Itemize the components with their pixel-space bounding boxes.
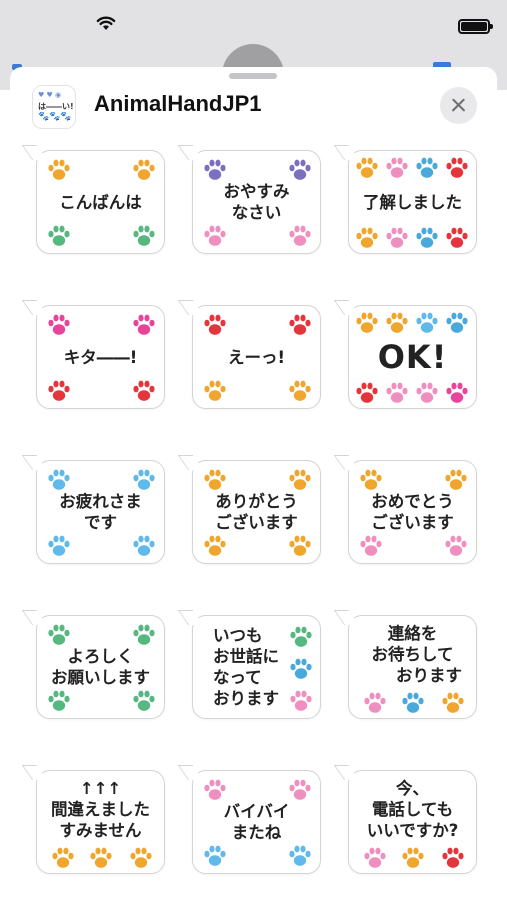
battery-icon bbox=[458, 19, 493, 34]
paw-print-icon bbox=[289, 658, 313, 680]
paw-print-icon bbox=[359, 535, 383, 557]
paw-print-icon bbox=[445, 382, 469, 404]
paw-print-icon bbox=[89, 847, 113, 869]
paw-print-icon bbox=[445, 312, 469, 334]
paw-print-icon bbox=[444, 469, 468, 491]
paw-print-icon bbox=[203, 535, 227, 557]
paw-print-icon bbox=[355, 382, 379, 404]
paw-print-icon bbox=[132, 159, 156, 181]
paw-print-icon bbox=[385, 312, 409, 334]
sticker-item[interactable]: ↑↑↑ 間違えました すみません bbox=[36, 770, 165, 874]
paw-print-icon bbox=[415, 382, 439, 404]
app-icon-hearts: ♥ ♥ ◉ bbox=[38, 91, 62, 99]
app-icon: ♥ ♥ ◉ は――い! 🐾🐾🐾 bbox=[32, 85, 76, 129]
paw-print-icon bbox=[288, 225, 312, 247]
sticker-item[interactable]: 今、 電話しても いいですか? bbox=[348, 770, 477, 874]
status-bar bbox=[0, 0, 507, 44]
paw-print-icon bbox=[289, 690, 313, 712]
sticker-text: ↑↑↑ 間違えました すみません bbox=[51, 778, 150, 840]
sticker-item[interactable]: おめでとう ございます bbox=[348, 460, 477, 564]
paw-print-icon bbox=[47, 159, 71, 181]
paw-print-icon bbox=[355, 312, 379, 334]
paw-print-icon bbox=[47, 225, 71, 247]
paw-print-icon bbox=[359, 469, 383, 491]
paw-print-icon bbox=[288, 314, 312, 336]
sticker-item[interactable]: よろしく お願いします bbox=[36, 615, 165, 719]
paw-print-icon bbox=[203, 469, 227, 491]
sticker-item[interactable]: OK! bbox=[348, 305, 477, 409]
paw-print-icon bbox=[132, 314, 156, 336]
sticker-text: 連絡を お待ちして おります bbox=[371, 623, 462, 685]
paw-print-icon bbox=[441, 847, 465, 869]
paw-print-icon bbox=[203, 845, 227, 867]
paw-print-icon bbox=[47, 690, 71, 712]
paw-print-icon bbox=[129, 847, 153, 869]
sticker-item[interactable]: お疲れさま です bbox=[36, 460, 165, 564]
paw-print-icon bbox=[363, 847, 387, 869]
paw-print-icon bbox=[415, 312, 439, 334]
sticker-item[interactable]: 了解しました bbox=[348, 150, 477, 254]
paw-print-icon bbox=[203, 159, 227, 181]
paw-print-icon bbox=[441, 692, 465, 714]
paw-print-icon bbox=[289, 626, 313, 648]
sticker-text: 今、 電話しても いいですか? bbox=[366, 778, 459, 840]
sticker-item[interactable]: こんばんは bbox=[36, 150, 165, 254]
sticker-item[interactable]: えーっ! bbox=[192, 305, 321, 409]
wifi-icon bbox=[96, 16, 116, 35]
paw-print-icon bbox=[415, 157, 439, 179]
paw-print-icon bbox=[203, 380, 227, 402]
paw-print-icon bbox=[132, 225, 156, 247]
paw-print-icon bbox=[132, 380, 156, 402]
paw-print-icon bbox=[385, 157, 409, 179]
paw-print-icon bbox=[288, 159, 312, 181]
paw-print-icon bbox=[47, 380, 71, 402]
paw-print-icon bbox=[363, 692, 387, 714]
paw-print-icon bbox=[132, 535, 156, 557]
sticker-item[interactable]: いつも お世話に なって おります bbox=[192, 615, 321, 719]
paw-print-icon bbox=[288, 845, 312, 867]
sticker-item[interactable]: ありがとう ございます bbox=[192, 460, 321, 564]
paw-print-icon bbox=[288, 469, 312, 491]
paw-print-icon bbox=[47, 314, 71, 336]
paw-print-icon bbox=[203, 314, 227, 336]
paw-print-icon bbox=[385, 227, 409, 249]
sticker-sheet: ♥ ♥ ◉ は――い! 🐾🐾🐾 AnimalHandJP1 こんばんは おやすみ … bbox=[10, 67, 497, 907]
sheet-grabber[interactable] bbox=[229, 73, 277, 79]
paw-print-icon bbox=[401, 692, 425, 714]
close-button[interactable] bbox=[440, 87, 477, 124]
paw-print-icon bbox=[444, 535, 468, 557]
paw-print-icon bbox=[288, 535, 312, 557]
app-icon-text: は――い! bbox=[38, 102, 74, 111]
paw-print-icon bbox=[445, 227, 469, 249]
sticker-item[interactable]: 連絡を お待ちして おります bbox=[348, 615, 477, 719]
paw-print-icon bbox=[355, 157, 379, 179]
paw-print-icon bbox=[355, 227, 379, 249]
paw-print-icon bbox=[445, 157, 469, 179]
sticker-item[interactable]: キタ――! bbox=[36, 305, 165, 409]
paw-print-icon bbox=[47, 535, 71, 557]
paw-print-icon bbox=[288, 380, 312, 402]
paw-print-icon bbox=[132, 624, 156, 646]
paw-print-icon bbox=[47, 624, 71, 646]
sticker-item[interactable]: おやすみ なさい bbox=[192, 150, 321, 254]
paw-print-icon bbox=[288, 779, 312, 801]
paw-print-icon bbox=[203, 779, 227, 801]
paw-print-icon bbox=[132, 690, 156, 712]
app-icon-paws: 🐾🐾🐾 bbox=[38, 112, 72, 122]
sticker-item[interactable]: バイバイ またね bbox=[192, 770, 321, 874]
paw-print-icon bbox=[47, 469, 71, 491]
paw-print-icon bbox=[132, 469, 156, 491]
paw-print-icon bbox=[415, 227, 439, 249]
paw-print-icon bbox=[385, 382, 409, 404]
app-title: AnimalHandJP1 bbox=[94, 91, 262, 116]
paw-print-icon bbox=[401, 847, 425, 869]
paw-print-icon bbox=[203, 225, 227, 247]
paw-print-icon bbox=[51, 847, 75, 869]
